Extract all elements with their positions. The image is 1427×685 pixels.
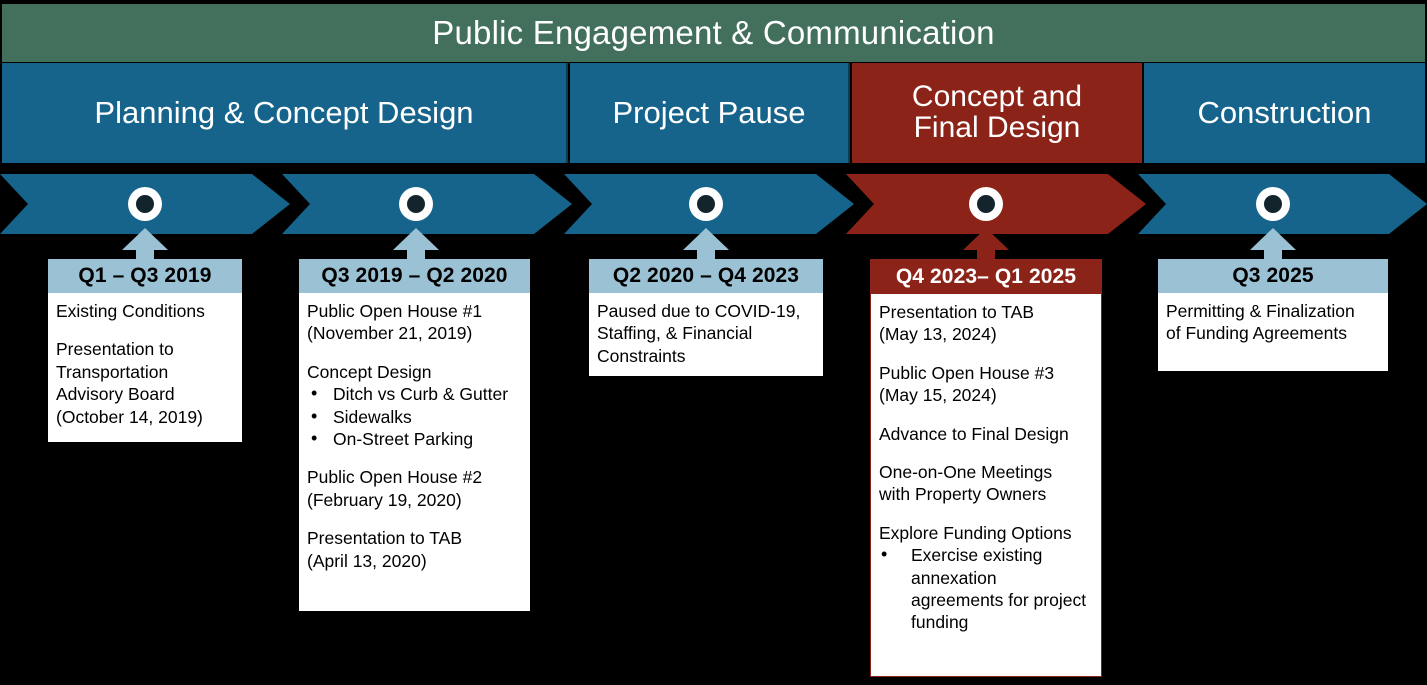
connector-stem-1 [118, 228, 172, 262]
card4-line-3: Public Open House #3 [879, 362, 1055, 383]
stage-header-row: Planning & Concept Design Project Pause … [2, 63, 1425, 163]
card4-bullet-list: Exercise existing annexation agreements … [879, 543, 1093, 634]
stage-label-line2: Final Design [913, 111, 1081, 144]
stage-header-construction[interactable]: Construction [1144, 63, 1425, 163]
stage-label: Planning & Concept Design [94, 95, 474, 131]
connector-stem-2 [389, 228, 443, 262]
milestone-marker-2[interactable] [399, 187, 433, 221]
card1-line-4: Advisory Board [56, 384, 175, 405]
milestone-card-1[interactable]: Q1 – Q3 2019 Existing Conditions Present… [48, 259, 242, 442]
banner-title: Public Engagement & Communication [432, 14, 995, 51]
card1-line-2: Presentation to [56, 339, 174, 360]
milestone-card-2[interactable]: Q3 2019 – Q2 2020 Public Open House #1 (… [299, 259, 530, 611]
card4-bullet-1: Exercise existing annexation agreements … [879, 543, 1093, 634]
card2-bullet-1: Ditch vs Curb & Gutter [307, 382, 522, 405]
milestone-card-1-period: Q1 – Q3 2019 [48, 259, 242, 293]
public-engagement-banner: Public Engagement & Communication [2, 4, 1425, 62]
card2-line-7: (April 13, 2020) [307, 550, 427, 571]
milestone-card-4-period: Q4 2023– Q1 2025 [871, 260, 1101, 294]
milestone-card-4-body: Presentation to TAB (May 13, 2024) Publi… [871, 294, 1101, 642]
card4-line-6: One-on-One Meetings [879, 461, 1053, 482]
milestone-card-1-body: Existing Conditions Presentation to Tran… [48, 293, 242, 436]
card4-line-8: Explore Funding Options [879, 522, 1072, 543]
milestone-marker-5[interactable] [1256, 187, 1290, 221]
stage-header-planning-concept-design[interactable]: Planning & Concept Design [2, 63, 568, 163]
card2-line-1: Public Open House #1 [307, 301, 483, 321]
milestone-card-5[interactable]: Q3 2025 Permitting & Finalization of Fun… [1158, 259, 1388, 371]
stage-label: Project Pause [612, 95, 806, 131]
milestone-marker-3[interactable] [689, 187, 723, 221]
connector-stem-5 [1246, 228, 1300, 262]
card2-bullet-2: Sidewalks [307, 405, 522, 428]
milestone-card-4[interactable]: Q4 2023– Q1 2025 Presentation to TAB (Ma… [870, 259, 1102, 677]
milestone-card-2-body: Public Open House #1 (November 21, 2019)… [299, 293, 530, 580]
connector-stem-3 [679, 228, 733, 262]
card2-bullet-list: Ditch vs Curb & Gutter Sidewalks On-Stre… [307, 382, 522, 450]
card2-line-4: Public Open House #2 [307, 467, 483, 488]
milestone-marker-1[interactable] [128, 187, 162, 221]
card2-line-2: (November 21, 2019) [307, 323, 473, 344]
card2-line-6: Presentation to TAB [307, 528, 462, 549]
card4-line-4: (May 15, 2024) [879, 385, 997, 406]
milestone-marker-4[interactable] [969, 187, 1003, 221]
stage-label: Construction [1197, 95, 1372, 131]
card2-bullet-3: On-Street Parking [307, 427, 522, 450]
card1-line-1: Existing Conditions [56, 301, 205, 321]
stage-header-concept-final-design[interactable]: Concept and Final Design [852, 63, 1142, 163]
card2-line-5: (February 19, 2020) [307, 489, 462, 510]
stage-header-project-pause[interactable]: Project Pause [570, 63, 850, 163]
card4-line-5: Advance to Final Design [879, 423, 1069, 444]
milestone-card-3-body: Paused due to COVID-19, Staffing, & Fina… [589, 293, 823, 375]
stage-label-line1: Concept and [911, 80, 1083, 114]
stage-label: Concept and Final Design [908, 80, 1086, 144]
milestone-card-2-period: Q3 2019 – Q2 2020 [299, 259, 530, 293]
card1-line-3: Transportation [56, 361, 169, 382]
card4-line-7: with Property Owners [879, 484, 1047, 505]
card4-line-1: Presentation to TAB [879, 302, 1034, 322]
card4-line-2: (May 13, 2024) [879, 324, 997, 345]
card3-line-3: Constraints [597, 345, 686, 366]
card2-line-3: Concept Design [307, 361, 432, 382]
card3-line-2: Staffing, & Financial [597, 323, 753, 344]
milestone-card-3-period: Q2 2020 – Q4 2023 [589, 259, 823, 293]
card1-line-5: (October 14, 2019) [56, 406, 203, 427]
connector-stem-4 [959, 228, 1013, 262]
card5-line-1: Permitting & Finalization [1166, 301, 1355, 321]
milestone-card-3[interactable]: Q2 2020 – Q4 2023 Paused due to COVID-19… [589, 259, 823, 376]
milestone-card-5-body: Permitting & Finalization of Funding Agr… [1158, 293, 1388, 353]
milestone-card-5-period: Q3 2025 [1158, 259, 1388, 293]
card3-line-1: Paused due to COVID-19, [597, 301, 801, 321]
card5-line-2: of Funding Agreements [1166, 323, 1347, 344]
